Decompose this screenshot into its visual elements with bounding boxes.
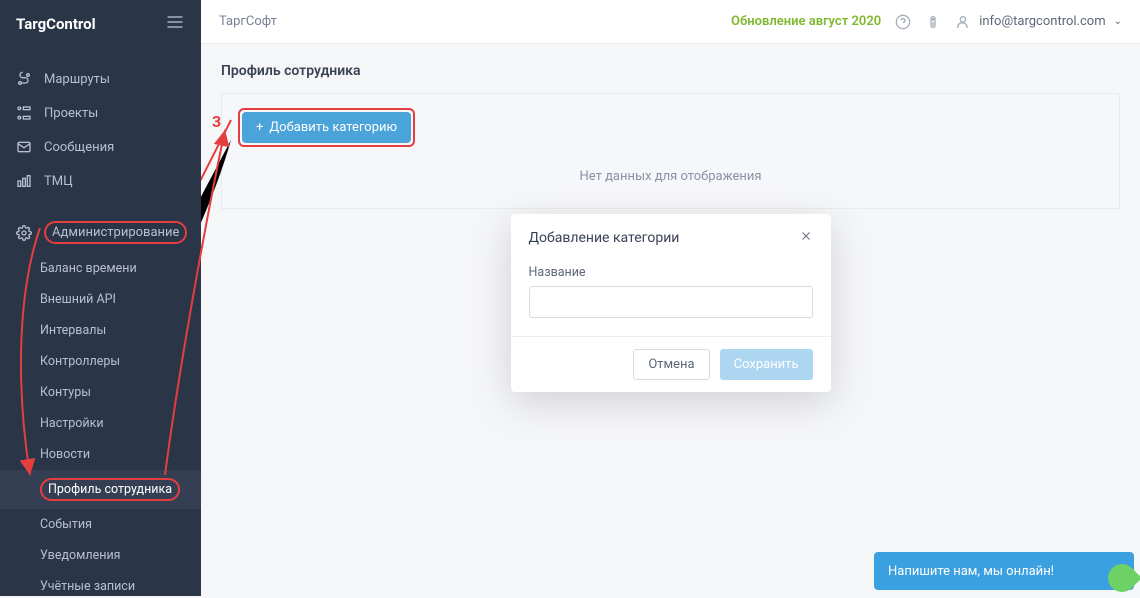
name-field-label: Название [529, 265, 813, 280]
sidebar-header: TargControl [0, 0, 201, 48]
sidebar-item-projects[interactable]: Проекты [0, 96, 201, 130]
sidebar-item-label: Контроллеры [40, 354, 120, 369]
sidebar-item-messages[interactable]: Сообщения [0, 130, 201, 164]
sidebar-sub-balance[interactable]: Баланс времени [0, 253, 201, 284]
modal-title: Добавление категории [529, 230, 680, 246]
sidebar-sub-news[interactable]: Новости [0, 439, 201, 470]
sidebar-item-label: Баланс времени [40, 261, 137, 276]
main-area: ТаргСофт Обновление август 2020 info@tar… [201, 0, 1140, 596]
sidebar-item-label: Интервалы [40, 323, 106, 338]
sidebar-sub-events[interactable]: События [0, 509, 201, 540]
sidebar-item-label: Маршруты [44, 72, 110, 87]
sidebar-item-routes[interactable]: Маршруты [0, 62, 201, 96]
chat-widget-text: Напишите нам, мы онлайн! [888, 564, 1054, 579]
sidebar-item-label: Настройки [40, 416, 104, 431]
sidebar-item-inventory[interactable]: ТМЦ [0, 164, 201, 198]
messages-icon [16, 139, 32, 155]
sidebar-item-label: Проекты [44, 106, 98, 121]
route-icon [16, 71, 32, 87]
sidebar-item-label: Контуры [40, 385, 91, 400]
gear-icon [16, 225, 32, 241]
sidebar-sub-settings[interactable]: Настройки [0, 408, 201, 439]
inventory-icon [16, 173, 32, 189]
modal-body: Название [511, 261, 831, 336]
name-input[interactable] [529, 286, 813, 318]
modal-footer: Отмена Сохранить [511, 336, 831, 392]
save-button[interactable]: Сохранить [720, 349, 813, 380]
admin-submenu: Баланс времени Внешний API Интервалы Кон… [0, 253, 201, 596]
sidebar-menu: Маршруты Проекты Сообщения ТМЦ Администр… [0, 48, 201, 596]
sidebar-sub-contours[interactable]: Контуры [0, 377, 201, 408]
annotation-highlight-2: Профиль сотрудника [40, 478, 180, 501]
modal-backdrop: Добавление категории Название Отмена Сох… [201, 0, 1140, 596]
sidebar-item-label: Внешний API [40, 292, 116, 307]
sidebar-item-admin[interactable]: Администрирование 1 [0, 212, 201, 253]
sidebar-item-label: События [40, 517, 92, 532]
add-category-modal: Добавление категории Название Отмена Сох… [511, 214, 831, 392]
sidebar-item-label: Новости [40, 447, 90, 462]
sidebar-sub-accounts[interactable]: Учётные записи [0, 571, 201, 596]
cancel-button[interactable]: Отмена [633, 349, 709, 380]
annotation-highlight-1: Администрирование [44, 221, 187, 244]
sidebar-sub-notifications[interactable]: Уведомления [0, 540, 201, 571]
modal-header: Добавление категории [511, 214, 831, 261]
sidebar-item-label: Учётные записи [40, 579, 135, 594]
app-logo: TargControl [16, 15, 96, 33]
sidebar-sub-profile[interactable]: Профиль сотрудника 2 [0, 470, 201, 509]
chat-widget[interactable]: Напишите нам, мы онлайн! [874, 552, 1134, 590]
sidebar-item-label: Уведомления [40, 548, 121, 563]
sidebar-item-label: ТМЦ [44, 174, 73, 189]
sidebar-item-label: Профиль сотрудника [48, 482, 172, 497]
projects-icon [16, 105, 32, 121]
sidebar-sub-api[interactable]: Внешний API [0, 284, 201, 315]
sidebar-item-label: Сообщения [44, 140, 114, 155]
sidebar-item-label: Администрирование [52, 225, 179, 240]
sidebar-sub-intervals[interactable]: Интервалы [0, 315, 201, 346]
close-icon[interactable] [799, 228, 813, 247]
sidebar: TargControl Маршруты Проекты Сообщения Т… [0, 0, 201, 596]
hamburger-icon[interactable] [165, 12, 185, 36]
sidebar-sub-controllers[interactable]: Контроллеры [0, 346, 201, 377]
